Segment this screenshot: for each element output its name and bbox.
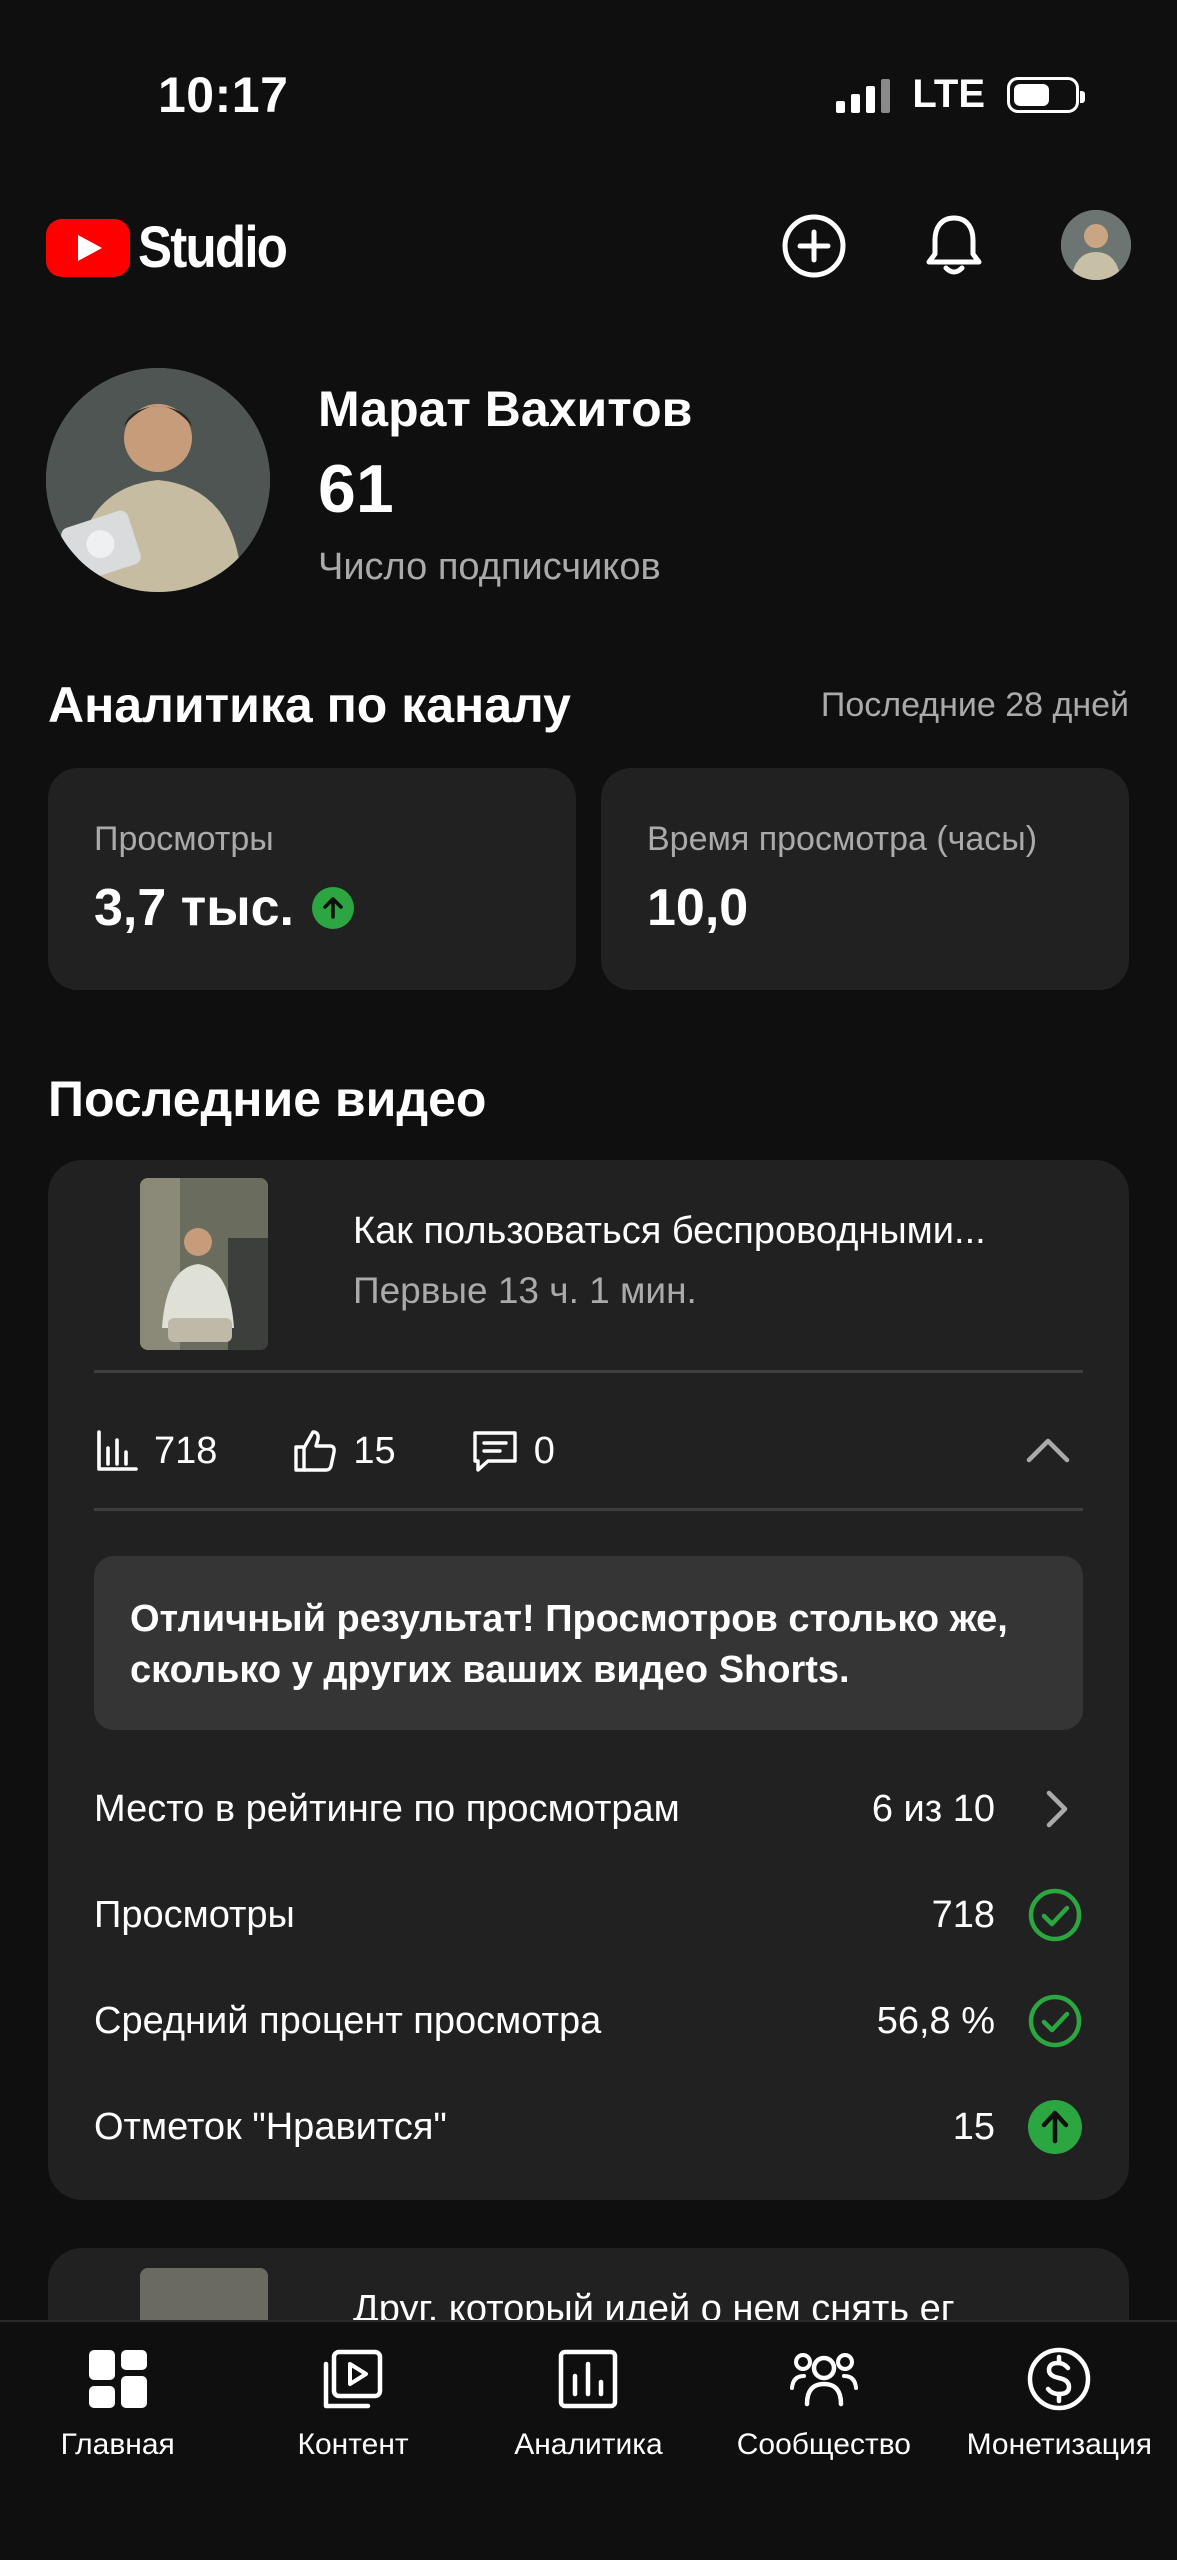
row-label: Место в рейтинге по просмотрам [94, 1787, 680, 1830]
trend-up-icon [311, 887, 354, 929]
likes-metric: 15 [291, 1427, 396, 1475]
comments-metric: 0 [470, 1427, 555, 1475]
bell-icon [926, 215, 982, 275]
status-indicators: LTE [836, 72, 1085, 117]
channel-name: Марат Вахитов [318, 381, 693, 437]
analytics-icon [553, 2344, 623, 2414]
home-icon [83, 2344, 153, 2414]
nav-content[interactable]: Контент [235, 2322, 470, 2560]
bar-chart-icon [97, 1430, 138, 1471]
check-circle-icon [1027, 1887, 1083, 1943]
views-count: 718 [154, 1429, 218, 1472]
arrow-up-circle-icon [1027, 2099, 1083, 2155]
content-icon [318, 2344, 388, 2414]
video-metrics: 718 15 0 [94, 1402, 1083, 1500]
create-icon [782, 214, 846, 278]
community-icon [789, 2344, 859, 2414]
views-value-row: 3,7 тыс. [94, 878, 354, 938]
likes-row: Отметок "Нравится" 15 [94, 2092, 1083, 2162]
chevron-up-icon [1026, 1438, 1070, 1463]
channel-profile: Марат Вахитов 61 Число подписчиков [46, 368, 1131, 598]
insight-message: Отличный результат! Просмотров столько ж… [94, 1556, 1083, 1730]
account-avatar[interactable] [1061, 210, 1131, 280]
analytics-period: Последние 28 дней [820, 686, 1129, 724]
channel-avatar[interactable] [46, 368, 270, 592]
thumbnail-image [140, 1178, 268, 1350]
app-header: Studio [0, 190, 1177, 310]
video-thumbnail[interactable] [140, 1178, 268, 1350]
monetization-icon [1024, 2344, 1094, 2414]
status-bar: 10:17 LTE [0, 0, 1177, 190]
collapse-button[interactable] [1023, 1426, 1073, 1476]
analytics-title: Аналитика по каналу [48, 677, 571, 733]
views-metric: 718 [94, 1428, 217, 1474]
chevron-right-icon [1027, 1781, 1083, 1837]
rank-row[interactable]: Место в рейтинге по просмотрам 6 из 10 [94, 1774, 1083, 1844]
studio-dashboard: 10:17 LTE Studio Марат Вахитов 61 Число … [0, 0, 1177, 2560]
watch-time-card[interactable]: Время просмотра (часы) 10,0 [601, 768, 1129, 990]
nav-monetization[interactable]: Монетизация [942, 2322, 1177, 2560]
nav-home[interactable]: Главная [0, 2322, 235, 2560]
youtube-play-icon [46, 218, 130, 277]
comments-count: 0 [533, 1429, 555, 1472]
nav-analytics[interactable]: Аналитика [471, 2322, 706, 2560]
check-circle-icon [1027, 1993, 1083, 2049]
nav-label: Главная [60, 2428, 175, 2461]
nav-community[interactable]: Сообщество [706, 2322, 941, 2560]
battery-icon [1007, 76, 1085, 113]
video-title[interactable]: Как пользоваться беспроводными... [353, 1210, 986, 1253]
nav-label: Контент [297, 2428, 409, 2461]
row-value: 56,8 % [876, 1999, 995, 2042]
recent-videos-title: Последние видео [48, 1071, 487, 1127]
row-label: Средний процент просмотра [94, 1999, 602, 2042]
watch-time-value: 10,0 [647, 879, 749, 937]
row-value: 15 [952, 2105, 995, 2148]
views-label: Просмотры [94, 820, 274, 858]
nav-label: Монетизация [966, 2428, 1152, 2461]
battery-fill [1014, 83, 1049, 106]
subscriber-caption: Число подписчиков [318, 546, 661, 588]
bottom-navigation: Главная Контент Аналитика Сообщество Мон… [0, 2320, 1177, 2560]
video-card: Как пользоваться беспроводными... Первые… [48, 1160, 1129, 2200]
row-value: 718 [931, 1893, 995, 1936]
nav-label: Аналитика [514, 2428, 663, 2461]
status-time: 10:17 [158, 67, 289, 123]
avatar-image [1061, 210, 1131, 280]
views-value: 3,7 тыс. [94, 879, 294, 937]
views-row: Просмотры 718 [94, 1880, 1083, 1950]
watch-time-label: Время просмотра (часы) [647, 820, 1038, 858]
avg-view-percent-row: Средний процент просмотра 56,8 % [94, 1986, 1083, 2056]
divider [94, 1370, 1083, 1373]
comment-icon [472, 1431, 517, 1472]
nav-label: Сообщество [736, 2428, 911, 2461]
views-card[interactable]: Просмотры 3,7 тыс. [48, 768, 576, 990]
row-label: Отметок "Нравится" [94, 2105, 447, 2148]
signal-icon [836, 77, 891, 113]
row-label: Просмотры [94, 1893, 295, 1936]
studio-logo[interactable]: Studio [46, 214, 306, 281]
logo-text: Studio [138, 215, 288, 280]
subscriber-count: 61 [318, 451, 394, 527]
thumbs-up-icon [294, 1430, 337, 1472]
channel-avatar-image [46, 368, 270, 592]
create-button[interactable] [778, 210, 850, 282]
row-value: 6 из 10 [871, 1787, 995, 1830]
divider [94, 1508, 1083, 1511]
network-label: LTE [912, 72, 985, 116]
likes-count: 15 [353, 1429, 396, 1472]
notifications-button[interactable] [918, 210, 990, 282]
video-period: Первые 13 ч. 1 мин. [353, 1270, 697, 1311]
